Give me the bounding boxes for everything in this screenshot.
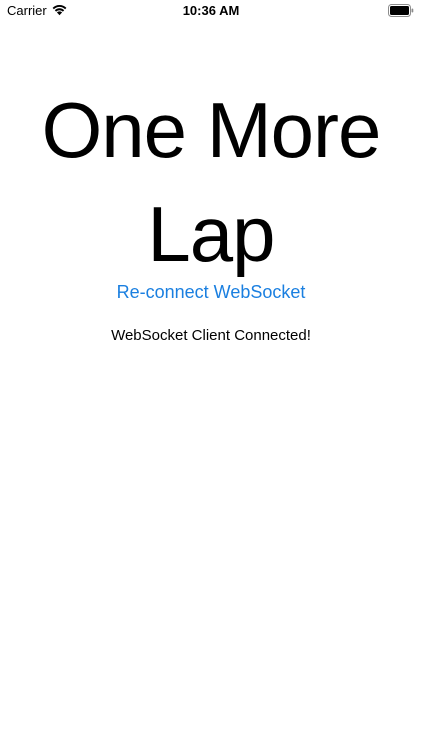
battery-icon: [388, 4, 414, 17]
status-time: 10:36 AM: [182, 3, 240, 18]
reconnect-websocket-button[interactable]: Re-connect WebSocket: [0, 281, 422, 303]
connection-status-text: WebSocket Client Connected!: [111, 327, 311, 344]
app-screen: Carrier 10:36 AM One More Lap Re-connect…: [0, 0, 422, 750]
page-title: One More Lap: [41, 86, 382, 278]
status-bar: Carrier 10:36 AM: [0, 0, 422, 22]
